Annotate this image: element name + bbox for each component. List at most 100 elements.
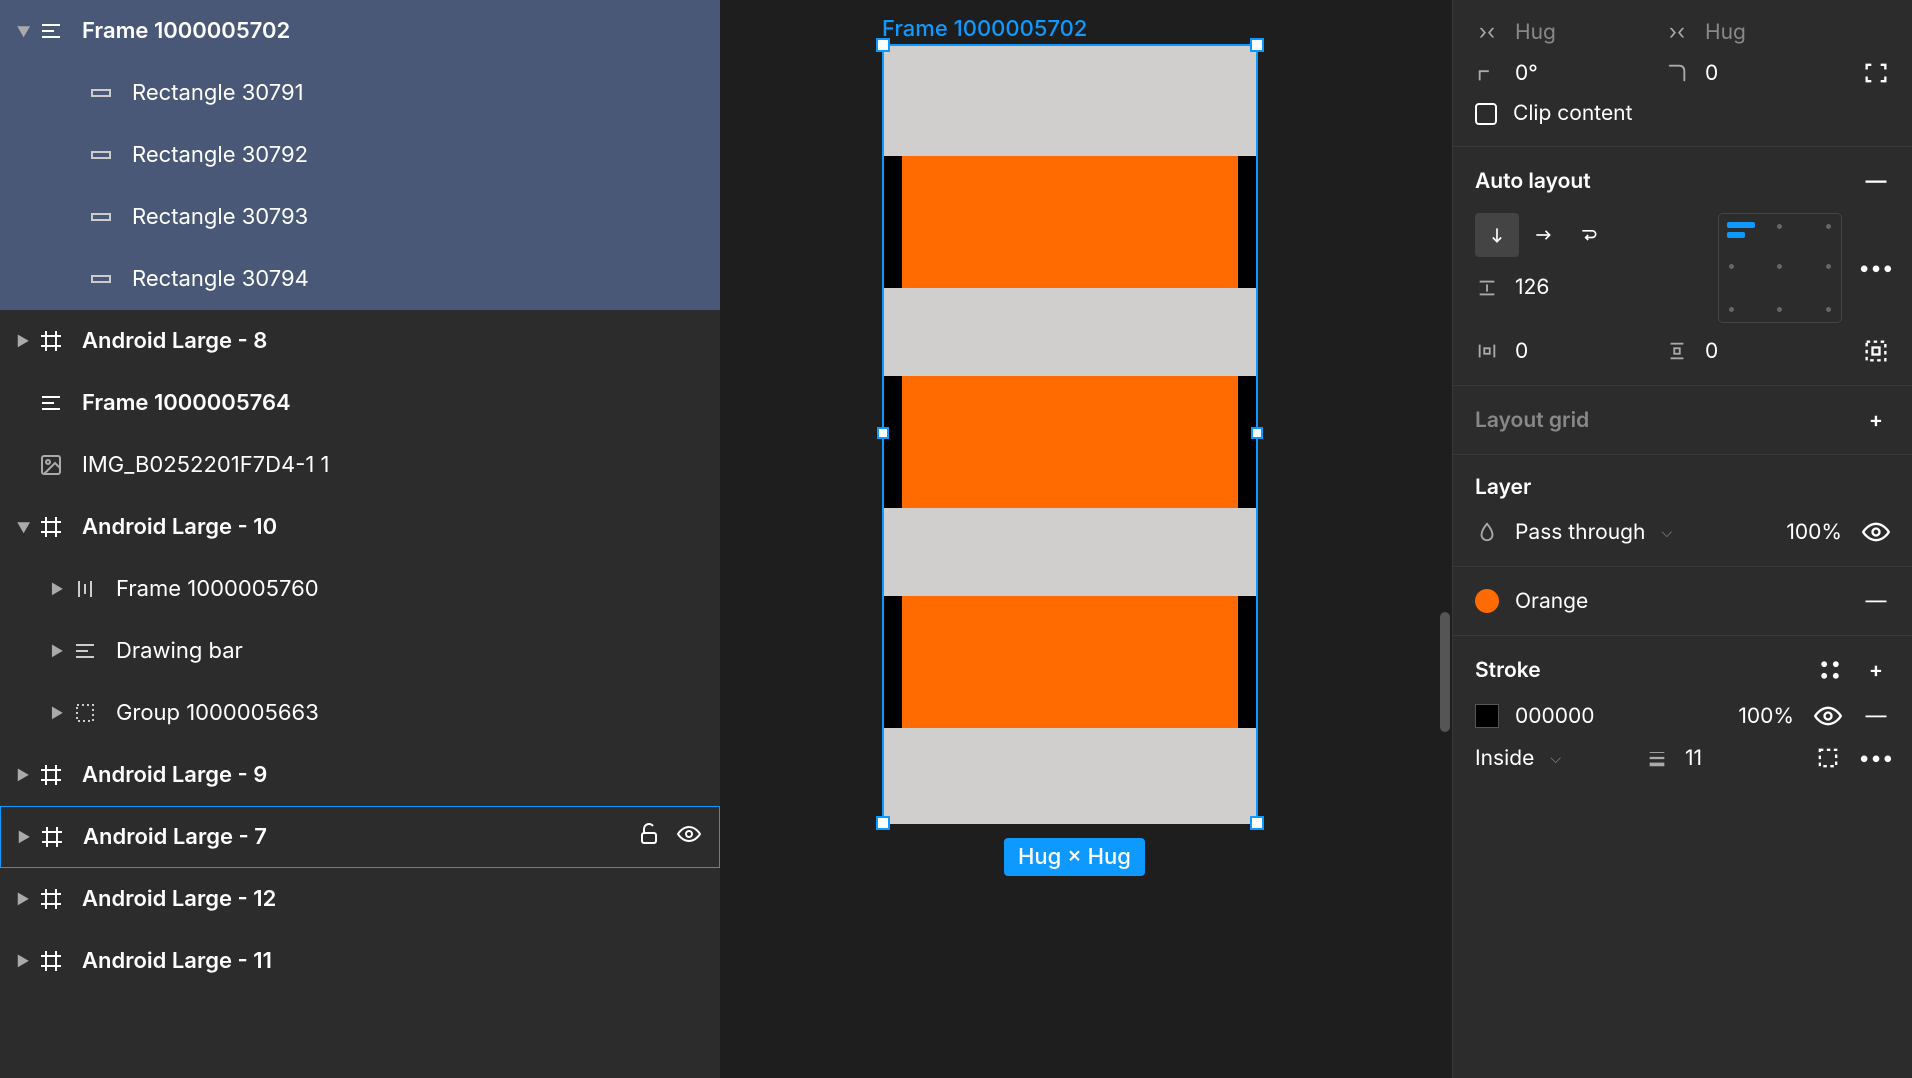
padding-horizontal-icon: [1475, 339, 1499, 363]
layer-android-large-8[interactable]: ▶ Android Large - 8: [0, 310, 720, 372]
resize-handle-bottom-left[interactable]: [876, 816, 890, 830]
autolayout-frame-icon: [38, 18, 64, 44]
layer-frame-1000005702[interactable]: ▶ Frame 1000005702: [0, 0, 720, 62]
frame-stripe: [884, 288, 1256, 376]
selected-frame[interactable]: [882, 44, 1258, 824]
layer-img[interactable]: IMG_B0252201F7D4-1 1: [0, 434, 720, 496]
stroke-swatch[interactable]: [1475, 704, 1499, 728]
chevron-right-icon[interactable]: ▶: [12, 891, 34, 908]
layers-panel[interactable]: ▶ Frame 1000005702 Rectangle 30791 Recta…: [0, 0, 720, 1078]
stroke-hex[interactable]: 000000: [1515, 704, 1595, 729]
frame-stripe: [884, 728, 1256, 824]
rotation-value[interactable]: 0°: [1515, 61, 1538, 86]
layer-label: Frame 1000005760: [116, 576, 319, 602]
add-stroke-button[interactable]: +: [1862, 656, 1890, 684]
resize-handle-top-right[interactable]: [1250, 38, 1264, 52]
chevron-right-icon[interactable]: ▶: [12, 333, 34, 350]
layer-label: Frame 1000005764: [82, 390, 291, 416]
stroke-visibility-button[interactable]: [1814, 702, 1842, 730]
fill-swatch[interactable]: [1475, 589, 1499, 613]
chevron-right-icon[interactable]: ▶: [12, 953, 34, 970]
stroke-width-value[interactable]: 11: [1685, 746, 1702, 771]
layer-android-large-10[interactable]: ▶ Android Large - 10: [0, 496, 720, 558]
rectangle-icon: [88, 142, 114, 168]
unlock-icon[interactable]: [637, 822, 661, 852]
chevron-down-icon[interactable]: ▶: [15, 20, 32, 42]
alignment-box[interactable]: [1718, 213, 1842, 323]
group-icon: [72, 700, 98, 726]
layer-label: Frame 1000005702: [82, 18, 290, 44]
layer-drawing-bar[interactable]: ▶ Drawing bar: [0, 620, 720, 682]
stroke-per-side-button[interactable]: [1814, 744, 1842, 772]
canvas[interactable]: Frame 1000005702 Hug × Hug: [720, 0, 1452, 1078]
layer-android-large-9[interactable]: ▶ Android Large - 9: [0, 744, 720, 806]
rectangle-icon: [88, 80, 114, 106]
layer-android-large-12[interactable]: ▶ Android Large - 12: [0, 868, 720, 930]
layer-group-1000005663[interactable]: ▶ Group 1000005663: [0, 682, 720, 744]
layer-label: Rectangle 30791: [132, 80, 304, 106]
height-value[interactable]: Hug: [1705, 20, 1746, 45]
stroke-style-button[interactable]: [1816, 656, 1844, 684]
chevron-right-icon[interactable]: ▶: [46, 705, 68, 722]
add-layout-grid-button[interactable]: +: [1862, 406, 1890, 434]
padding-h-value[interactable]: 0: [1515, 339, 1528, 364]
autolayout-more-button[interactable]: •••: [1862, 254, 1890, 282]
remove-autolayout-button[interactable]: —: [1862, 167, 1890, 195]
layer-label: Android Large - 11: [82, 948, 272, 974]
resize-handle-mid-left[interactable]: [877, 427, 889, 439]
frame-stripe: [884, 596, 1256, 728]
detach-style-button[interactable]: —: [1862, 587, 1890, 615]
fill-name[interactable]: Orange: [1515, 589, 1588, 614]
direction-wrap-button[interactable]: [1567, 213, 1611, 257]
visibility-icon[interactable]: [677, 822, 701, 852]
gap-value[interactable]: 126: [1515, 275, 1549, 300]
resize-handle-top-left[interactable]: [876, 38, 890, 52]
canvas-scrollbar[interactable]: [1440, 612, 1450, 732]
layout-grid-section: Layout grid +: [1453, 386, 1912, 455]
chevron-right-icon[interactable]: ▶: [13, 829, 35, 846]
corner-radius-icon: [1665, 61, 1689, 85]
image-icon: [38, 452, 64, 478]
resize-handle-mid-right[interactable]: [1251, 427, 1263, 439]
layer-label: Android Large - 8: [82, 328, 267, 354]
padding-v-value[interactable]: 0: [1705, 339, 1718, 364]
stroke-width-icon: [1645, 746, 1669, 770]
resize-handle-bottom-right[interactable]: [1250, 816, 1264, 830]
opacity-value[interactable]: 100%: [1786, 520, 1842, 545]
frame-icon: [38, 948, 64, 974]
layer-frame-1000005764[interactable]: Frame 1000005764: [0, 372, 720, 434]
individual-corners-button[interactable]: [1862, 59, 1890, 87]
clip-content-label: Clip content: [1513, 101, 1632, 126]
stroke-more-button[interactable]: •••: [1862, 744, 1890, 772]
chevron-right-icon[interactable]: ▶: [12, 767, 34, 784]
clip-content-checkbox[interactable]: [1475, 103, 1497, 125]
stroke-opacity[interactable]: 100%: [1738, 704, 1794, 729]
layer-frame-1000005760[interactable]: ▶ Frame 1000005760: [0, 558, 720, 620]
corner-value[interactable]: 0: [1705, 61, 1718, 86]
direction-horizontal-button[interactable]: [1521, 213, 1565, 257]
layer-rectangle-30793[interactable]: Rectangle 30793: [0, 186, 720, 248]
layer-rectangle-30794[interactable]: Rectangle 30794: [0, 248, 720, 310]
properties-panel[interactable]: ›‹ Hug ›‹ Hug 0° 0 Clip content: [1452, 0, 1912, 1078]
blend-mode-value[interactable]: Pass through: [1515, 520, 1645, 545]
layer-label: Android Large - 10: [82, 514, 277, 540]
chevron-right-icon[interactable]: ▶: [46, 643, 68, 660]
layer-rectangle-30791[interactable]: Rectangle 30791: [0, 62, 720, 124]
frame-icon: [38, 762, 64, 788]
layer-android-large-11[interactable]: ▶ Android Large - 11: [0, 930, 720, 992]
direction-vertical-button[interactable]: [1475, 213, 1519, 257]
remove-stroke-button[interactable]: —: [1862, 702, 1890, 730]
individual-padding-button[interactable]: [1862, 337, 1890, 365]
auto-layout-title: Auto layout: [1475, 169, 1591, 194]
visibility-toggle-button[interactable]: [1862, 518, 1890, 546]
chevron-down-icon[interactable]: ▶: [15, 516, 32, 538]
padding-vertical-icon: [1665, 339, 1689, 363]
width-value[interactable]: Hug: [1515, 20, 1556, 45]
canvas-frame-label[interactable]: Frame 1000005702: [882, 16, 1087, 42]
layer-label: Android Large - 7: [83, 824, 267, 850]
layer-rectangle-30792[interactable]: Rectangle 30792: [0, 124, 720, 186]
chevron-right-icon[interactable]: ▶: [46, 581, 68, 598]
stroke-position[interactable]: Inside: [1475, 746, 1534, 771]
layer-label: Rectangle 30793: [132, 204, 308, 230]
layer-android-large-7[interactable]: ▶ Android Large - 7: [0, 806, 720, 868]
